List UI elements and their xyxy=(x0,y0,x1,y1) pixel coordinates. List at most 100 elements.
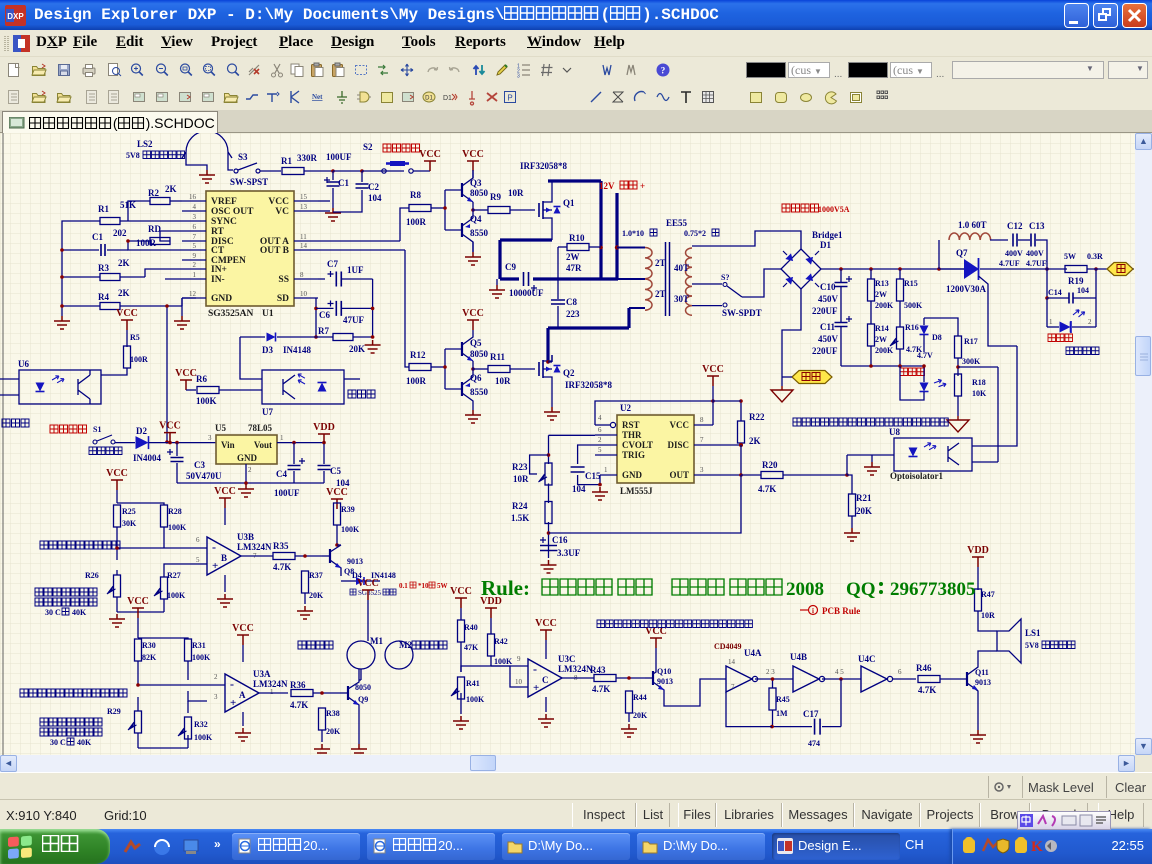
svg-text:VCC: VCC xyxy=(462,308,484,319)
svg-text:VCC: VCC xyxy=(419,149,441,160)
svg-text:100UF: 100UF xyxy=(274,488,300,498)
svg-text:50V470U: 50V470U xyxy=(186,471,222,481)
svg-text:A: A xyxy=(239,690,246,700)
svg-text:3: 3 xyxy=(214,693,218,701)
svg-text:47K: 47K xyxy=(464,643,479,652)
svg-text:40K: 40K xyxy=(72,608,87,617)
svg-text:D1: D1 xyxy=(820,240,831,250)
svg-text:0.1: 0.1 xyxy=(399,582,408,590)
svg-text:100R: 100R xyxy=(406,376,427,386)
svg-text:78L05: 78L05 xyxy=(248,423,273,433)
svg-text:6: 6 xyxy=(196,536,200,544)
svg-text:1.0 60T: 1.0 60T xyxy=(958,220,987,230)
svg-text:296773805: 296773805 xyxy=(890,579,976,600)
svg-text:+: + xyxy=(533,682,539,694)
svg-text:474: 474 xyxy=(808,739,820,748)
svg-text:200K: 200K xyxy=(875,346,894,355)
svg-text:U5: U5 xyxy=(215,423,226,433)
svg-text:R47: R47 xyxy=(981,590,995,599)
svg-text:Q7: Q7 xyxy=(956,248,968,258)
svg-text:R8: R8 xyxy=(410,190,421,200)
svg-text:IN4004: IN4004 xyxy=(133,453,162,463)
svg-text:VCC: VCC xyxy=(232,623,254,634)
svg-text:R39: R39 xyxy=(341,505,355,514)
svg-text:100K: 100K xyxy=(167,591,186,600)
svg-text:R46: R46 xyxy=(916,663,932,673)
svg-text:51K: 51K xyxy=(120,200,136,210)
svg-text:8550: 8550 xyxy=(470,387,489,397)
svg-text:R6: R6 xyxy=(196,374,207,384)
svg-text:VCC: VCC xyxy=(462,149,484,160)
svg-text:10R: 10R xyxy=(513,474,529,484)
svg-text:LS1: LS1 xyxy=(1025,628,1041,638)
svg-text:100R: 100R xyxy=(130,355,148,364)
svg-text:R14: R14 xyxy=(875,324,889,333)
svg-text:100K: 100K xyxy=(192,653,211,662)
svg-text:500K: 500K xyxy=(904,301,923,310)
svg-text:C10: C10 xyxy=(820,282,836,292)
svg-text:4.7K: 4.7K xyxy=(758,484,776,494)
svg-text:4.7UF: 4.7UF xyxy=(999,259,1020,268)
svg-text:U1: U1 xyxy=(262,309,274,319)
svg-text:1.0*10: 1.0*10 xyxy=(622,229,644,238)
svg-text:VDD: VDD xyxy=(313,422,335,433)
svg-text:»: » xyxy=(214,838,221,851)
svg-text:LM324N: LM324N xyxy=(237,542,272,552)
svg-text:C1: C1 xyxy=(92,232,103,242)
svg-text:R25: R25 xyxy=(122,507,136,516)
svg-text:C17: C17 xyxy=(803,709,819,719)
svg-text:R37: R37 xyxy=(309,571,323,580)
svg-text:104: 104 xyxy=(1077,286,1089,295)
svg-text:+: + xyxy=(640,181,645,191)
svg-text:2T: 2T xyxy=(655,258,666,268)
svg-text:2W: 2W xyxy=(875,290,887,299)
svg-text:VCC: VCC xyxy=(450,586,472,597)
svg-text:U4A: U4A xyxy=(744,648,762,658)
svg-text:M2: M2 xyxy=(399,640,412,650)
svg-text:C15: C15 xyxy=(585,471,601,481)
svg-text:R1: R1 xyxy=(98,204,109,214)
svg-text:R4: R4 xyxy=(98,292,109,302)
svg-text:2K: 2K xyxy=(749,436,761,446)
svg-text:2008: 2008 xyxy=(786,579,824,600)
svg-text:R27: R27 xyxy=(167,571,181,580)
svg-text:GND: GND xyxy=(622,470,643,480)
svg-text:VCC: VCC xyxy=(214,486,236,497)
svg-text:1UF: 1UF xyxy=(347,265,364,275)
svg-text:4.7K: 4.7K xyxy=(290,700,308,710)
svg-text:9013: 9013 xyxy=(347,557,363,566)
svg-text:20K: 20K xyxy=(326,727,341,736)
svg-text:R11: R11 xyxy=(490,352,506,362)
svg-text:5V8: 5V8 xyxy=(1025,641,1039,650)
svg-text:12: 12 xyxy=(189,290,197,298)
svg-text:2 3: 2 3 xyxy=(766,668,775,676)
svg-text:R5: R5 xyxy=(130,333,140,342)
svg-text:R7: R7 xyxy=(318,326,329,336)
svg-text:Q2: Q2 xyxy=(563,368,575,378)
svg-text:R31: R31 xyxy=(192,641,206,650)
svg-text:3.3UF: 3.3UF xyxy=(557,548,581,558)
svg-text:C6: C6 xyxy=(319,310,330,320)
svg-text:Q11: Q11 xyxy=(975,668,989,677)
svg-text:VCC: VCC xyxy=(357,578,379,589)
svg-text:VREF: VREF xyxy=(211,197,237,207)
svg-text:VCC: VCC xyxy=(175,368,197,379)
svg-text:S?: S? xyxy=(721,273,729,282)
svg-text:3: 3 xyxy=(700,466,704,474)
svg-text:R38: R38 xyxy=(326,709,340,718)
svg-text:450V: 450V xyxy=(818,294,839,304)
svg-text:SG3525AN: SG3525AN xyxy=(208,309,254,319)
svg-text:82K: 82K xyxy=(142,653,157,662)
svg-text:8: 8 xyxy=(300,271,304,279)
svg-text:U6: U6 xyxy=(18,359,29,369)
svg-text:C9: C9 xyxy=(505,262,516,272)
svg-text:R45: R45 xyxy=(776,695,790,704)
svg-text:OUT: OUT xyxy=(669,470,689,480)
svg-text:VCC: VCC xyxy=(116,308,138,319)
svg-text:R22: R22 xyxy=(749,412,765,422)
svg-text:R30: R30 xyxy=(142,641,156,650)
svg-text:8550: 8550 xyxy=(470,228,489,238)
svg-text:TRIG: TRIG xyxy=(622,450,645,460)
svg-text:30 C: 30 C xyxy=(50,738,66,747)
svg-text:D1: D1 xyxy=(443,95,452,102)
